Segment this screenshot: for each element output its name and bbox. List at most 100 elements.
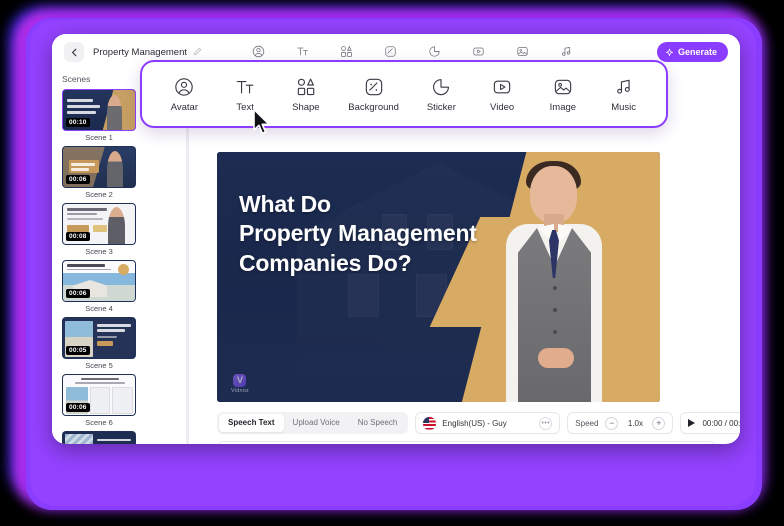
popup-item-sticker[interactable]: Sticker [412,76,470,113]
tab-no-speech[interactable]: No Speech [349,414,407,432]
popup-label-music: Music [611,101,637,113]
scene-thumbnail[interactable] [62,431,136,444]
popup-item-music[interactable]: Music [595,76,653,113]
vidnoz-logo-icon: V [233,374,247,387]
popup-item-image[interactable]: Image [534,76,592,113]
player-control[interactable]: 00:00 / 00:10 [680,412,740,434]
text-icon [235,76,255,98]
toolbar-icon-text[interactable] [291,41,313,61]
play-icon[interactable] [688,419,696,427]
scene-thumbnail[interactable]: 00:08 [62,203,136,245]
scene-label: Scene 5 [85,361,113,370]
background-icon [364,76,384,98]
scene-label: Scene 6 [85,418,113,427]
presenter-button [553,286,557,290]
toolbar-icon-shape[interactable] [335,41,357,61]
scene-thumbnail[interactable]: 00:06 [62,260,136,302]
speed-plus-button[interactable]: + [652,416,666,430]
popup-item-text[interactable]: Text [216,76,274,113]
screenshot-root: Property Management Generate Scenes 00:1… [0,0,784,526]
image-icon [553,76,573,98]
popup-label-avatar: Avatar [170,101,199,113]
speed-value: 1.0x [627,418,643,428]
us-flag-icon [423,416,437,430]
headline-line-3: Companies Do? [239,249,412,276]
scene-label: Scene 1 [85,133,113,142]
sidebar-scrollbar[interactable] [186,114,189,444]
voice-name: English(US) - Guy [442,418,507,428]
scene-item-2[interactable]: 00:06 Scene 2 [62,146,136,199]
script-textarea[interactable]: Welcome to this video template for expla… [217,441,716,444]
popup-item-video[interactable]: Video [473,76,531,113]
video-canvas[interactable]: What Do Property Management Companies Do… [217,152,660,402]
pencil-icon[interactable] [193,43,202,61]
popup-label-shape: Shape [292,101,320,113]
tab-speech-text[interactable]: Speech Text [219,414,284,432]
popup-label-image: Image [549,101,577,113]
avatar-presenter[interactable] [492,152,622,402]
toolbar-icon-video[interactable] [467,41,489,61]
tab-upload-voice[interactable]: Upload Voice [284,414,349,432]
scene-thumbnail[interactable]: 00:10 [62,89,136,131]
video-icon [492,76,512,98]
canvas-headline[interactable]: What Do Property Management Companies Do… [239,190,529,278]
controls-row: Speech Text Upload Voice No Speech Engli… [217,411,740,435]
speed-label: Speed [575,418,599,428]
scene-item-4[interactable]: 00:06 Scene 4 [62,260,136,313]
watermark: V Vidnoz [231,374,249,394]
generate-button[interactable]: Generate [656,42,728,62]
popup-item-shape[interactable]: Shape [277,76,335,113]
scene-duration: 00:10 [66,118,90,127]
presenter-hands [538,348,574,368]
headline-line-1: What Do [239,191,331,217]
speed-control[interactable]: Speed − 1.0x + [567,412,674,434]
scene-duration: 00:08 [66,232,90,241]
scene-thumbnail[interactable]: 00:06 [62,146,136,188]
scene-list[interactable]: 00:10 Scene 1 00:06 Scene 2 00:08 Scene … [62,89,190,444]
toolbar-icon-image[interactable] [511,41,533,61]
scene-item-1[interactable]: 00:10 Scene 1 [62,89,136,142]
toolbar-icon-sticker[interactable] [423,41,445,61]
popup-label-sticker: Sticker [426,101,456,113]
scene-label: Scene 2 [85,190,113,199]
scene-thumbnail[interactable]: 00:06 [62,374,136,416]
voice-selector[interactable]: English(US) - Guy ••• [415,412,561,434]
presenter-button [553,308,557,312]
scene-item-6[interactable]: 00:06 Scene 6 [62,374,136,427]
chevron-left-icon [71,48,76,56]
sparkle-icon [665,48,674,56]
scene-duration: 00:06 [66,289,90,298]
popup-label-background: Background [348,101,399,113]
speech-mode-tabs[interactable]: Speech Text Upload Voice No Speech [217,412,409,434]
avatar-icon [174,76,194,98]
scene-item-5[interactable]: 00:05 Scene 5 [62,317,136,370]
headline-line-2: Property Management [239,220,477,247]
scene-item-7[interactable]: Scene 7 [62,431,136,444]
scene-thumbnail[interactable]: 00:05 [62,317,136,359]
scene-duration: 00:06 [66,403,90,412]
music-icon [614,76,634,98]
scene-label: Scene 4 [85,304,113,313]
toolbar-icon-background[interactable] [379,41,401,61]
player-time: 00:00 / 00:10 [702,418,740,428]
toolbar-icon-avatar[interactable] [247,41,269,61]
presenter-button [553,330,557,334]
scene-item-3[interactable]: 00:08 Scene 3 [62,203,136,256]
popup-item-background[interactable]: Background [338,76,410,113]
popup-item-avatar[interactable]: Avatar [155,76,213,113]
shape-icon [296,76,316,98]
popup-label-text: Text [236,101,254,113]
scene-label: Scene 3 [85,247,113,256]
ellipsis-icon[interactable]: ••• [539,416,553,430]
watermark-label: Vidnoz [231,388,249,394]
toolbar-icon-music[interactable] [555,41,577,61]
popup-label-video: Video [490,101,515,113]
sticker-icon [431,76,451,98]
generate-label: Generate [677,47,717,57]
insert-element-popup: Avatar Text Shape Background Sticker Vid… [140,60,668,128]
project-title: Property Management [93,46,187,58]
scene-duration: 00:05 [66,346,90,355]
scene-duration: 00:06 [66,175,90,184]
speed-minus-button[interactable]: − [605,416,619,430]
back-button[interactable] [64,42,84,62]
